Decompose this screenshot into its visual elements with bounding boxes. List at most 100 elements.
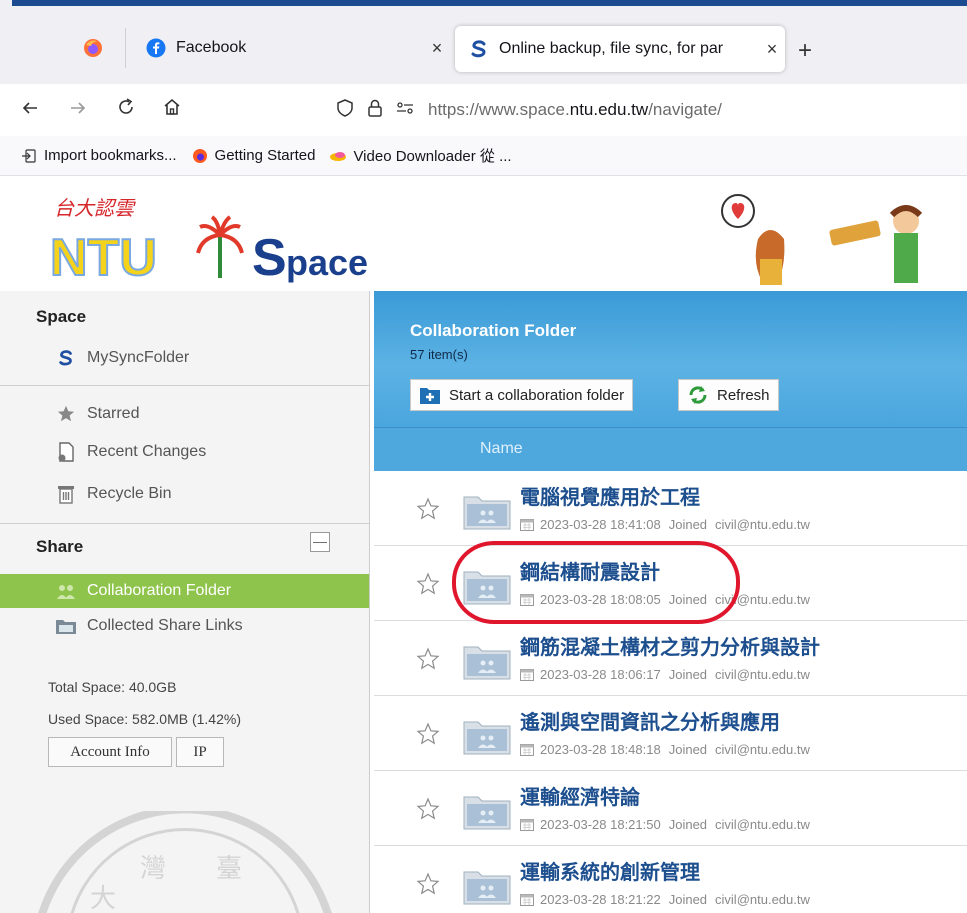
refresh-button[interactable]: Refresh [678, 379, 779, 411]
folder-date: 2023-03-28 18:41:08 [540, 517, 661, 532]
forward-button[interactable] [62, 94, 94, 126]
folder-date: 2023-03-28 18:06:17 [540, 667, 661, 682]
bookmark-getting-started[interactable]: Getting Started [191, 147, 315, 165]
svg-text:S: S [252, 229, 287, 287]
lock-icon[interactable] [360, 98, 390, 123]
collaboration-folder-icon [55, 581, 77, 601]
folder-name[interactable]: 運輸系統的創新管理 [520, 856, 700, 885]
firefox-icon [83, 39, 102, 57]
folder-name[interactable]: 鋼筋混凝土構材之剪力分析與設計 [520, 631, 820, 660]
folder-name[interactable]: 運輸經濟特論 [520, 781, 640, 810]
page-title: Collaboration Folder [410, 321, 577, 340]
tab-ntu-space[interactable]: Online backup, file sync, for par × [455, 26, 785, 72]
folder-status: Joined [668, 892, 708, 907]
sidebar-divider [0, 385, 369, 386]
star-toggle-icon[interactable] [416, 872, 440, 896]
window-top-strip [0, 0, 967, 8]
folder-owner-email: civil@ntu.edu.tw [715, 892, 810, 907]
sidebar: Space MySyncFolder Starred Recent Change… [0, 291, 370, 913]
star-toggle-icon[interactable] [416, 497, 440, 521]
ntu-space-logo[interactable]: 台大認雲 NTU S pace [28, 183, 388, 287]
tab-title: Online backup, file sync, for par [499, 40, 724, 57]
folder-row[interactable]: 遙測與空間資訊之分析與應用 2023-03-28 18:48:18 Joined… [374, 696, 967, 771]
bookmark-import[interactable]: Import bookmarks... [20, 147, 177, 165]
star-icon [55, 404, 77, 424]
star-toggle-icon[interactable] [416, 572, 440, 596]
collaboration-folder-icon [463, 796, 511, 830]
folder-meta: 2023-03-28 18:21:22 Joined civil@ntu.edu… [520, 892, 810, 907]
collaboration-folder-icon [463, 496, 511, 530]
back-button[interactable] [14, 94, 46, 126]
folder-meta: 2023-03-28 18:08:05 Joined civil@ntu.edu… [520, 592, 810, 607]
forward-arrow-icon [71, 102, 86, 114]
share-collapse-button[interactable]: — [310, 532, 330, 552]
sidebar-share-title: Share [36, 537, 84, 556]
tab-facebook[interactable]: Facebook × [132, 28, 450, 68]
reload-button[interactable] [110, 94, 142, 126]
account-info-button[interactable]: Account Info [48, 737, 172, 767]
calendar-icon [520, 743, 534, 756]
folder-row[interactable]: 鋼筋混凝土構材之剪力分析與設計 2023-03-28 18:06:17 Join… [374, 621, 967, 696]
firefox-tab[interactable] [60, 28, 126, 68]
bookmark-video-downloader[interactable]: Video Downloader 從 ... [329, 145, 512, 166]
sidebar-item-collaboration-folder[interactable]: Collaboration Folder [55, 576, 231, 606]
folder-owner-email: civil@ntu.edu.tw [715, 817, 810, 832]
tab-close-button[interactable]: × [759, 39, 785, 60]
folder-status: Joined [668, 667, 708, 682]
svg-text:NTU: NTU [50, 229, 157, 287]
import-icon [20, 147, 38, 165]
collaboration-folder-icon [463, 646, 511, 680]
column-name-header[interactable]: Name [480, 440, 523, 458]
item-count: 57 item(s) [410, 347, 468, 362]
tracking-protection-shield-icon[interactable] [330, 98, 360, 123]
firefox-icon [191, 147, 209, 165]
url-text[interactable]: https://www.space.ntu.edu.tw/navigate/ [428, 100, 722, 120]
star-toggle-icon[interactable] [416, 722, 440, 746]
share-links-icon [55, 616, 77, 636]
navigation-bar: https://www.space.ntu.edu.tw/navigate/ [0, 84, 967, 136]
folder-date: 2023-03-28 18:21:22 [540, 892, 661, 907]
new-tab-button[interactable]: + [790, 36, 820, 66]
star-toggle-icon[interactable] [416, 797, 440, 821]
tab-bar: Facebook × Online backup, file sync, for… [0, 8, 967, 84]
tab-title: Facebook [176, 39, 247, 56]
star-toggle-icon[interactable] [416, 647, 440, 671]
sidebar-item-mysyncfolder[interactable]: MySyncFolder [55, 343, 189, 373]
home-icon [164, 98, 180, 115]
ntu-seal-watermark: 大 灣 臺 [38, 811, 332, 913]
calendar-icon [520, 593, 534, 606]
folder-row[interactable]: 運輸經濟特論 2023-03-28 18:21:50 Joined civil@… [374, 771, 967, 846]
svg-text:大: 大 [90, 884, 116, 913]
start-collaboration-folder-button[interactable]: Start a collaboration folder [410, 379, 634, 411]
add-folder-icon [419, 384, 441, 406]
video-downloader-icon [329, 147, 347, 165]
folder-name[interactable]: 電腦視覺應用於工程 [520, 481, 700, 510]
folder-owner-email: civil@ntu.edu.tw [715, 517, 810, 532]
svg-text:臺: 臺 [216, 854, 242, 884]
folder-status: Joined [668, 817, 708, 832]
svg-text:灣: 灣 [140, 854, 166, 884]
svg-text:台大認雲: 台大認雲 [54, 196, 136, 220]
sidebar-item-collected-share-links[interactable]: Collected Share Links [55, 611, 243, 641]
folder-meta: 2023-03-28 18:06:17 Joined civil@ntu.edu… [520, 667, 810, 682]
address-bar[interactable]: https://www.space.ntu.edu.tw/navigate/ [330, 92, 967, 128]
folder-name[interactable]: 鋼結構耐震設計 [520, 556, 660, 585]
ip-button[interactable]: IP [176, 737, 224, 767]
home-button[interactable] [156, 94, 188, 126]
permissions-icon[interactable] [390, 100, 420, 121]
sidebar-item-starred[interactable]: Starred [55, 399, 139, 429]
folder-date: 2023-03-28 18:21:50 [540, 817, 661, 832]
collaboration-folder-icon [463, 721, 511, 755]
folder-row[interactable]: 電腦視覺應用於工程 2023-03-28 18:41:08 Joined civ… [374, 471, 967, 546]
column-header: Name [374, 427, 967, 471]
used-space-text: Used Space: 582.0MB (1.42%) [48, 711, 241, 727]
recent-changes-icon [55, 442, 77, 462]
tab-close-button[interactable]: × [424, 38, 450, 59]
folder-name[interactable]: 遙測與空間資訊之分析與應用 [520, 706, 780, 735]
reload-icon [119, 98, 133, 114]
sidebar-item-recycle-bin[interactable]: Recycle Bin [55, 479, 171, 509]
sidebar-item-recent-changes[interactable]: Recent Changes [55, 437, 206, 467]
folder-status: Joined [668, 742, 708, 757]
folder-row[interactable]: 鋼結構耐震設計 2023-03-28 18:08:05 Joined civil… [374, 546, 967, 621]
folder-row[interactable]: 運輸系統的創新管理 2023-03-28 18:21:22 Joined civ… [374, 846, 967, 913]
